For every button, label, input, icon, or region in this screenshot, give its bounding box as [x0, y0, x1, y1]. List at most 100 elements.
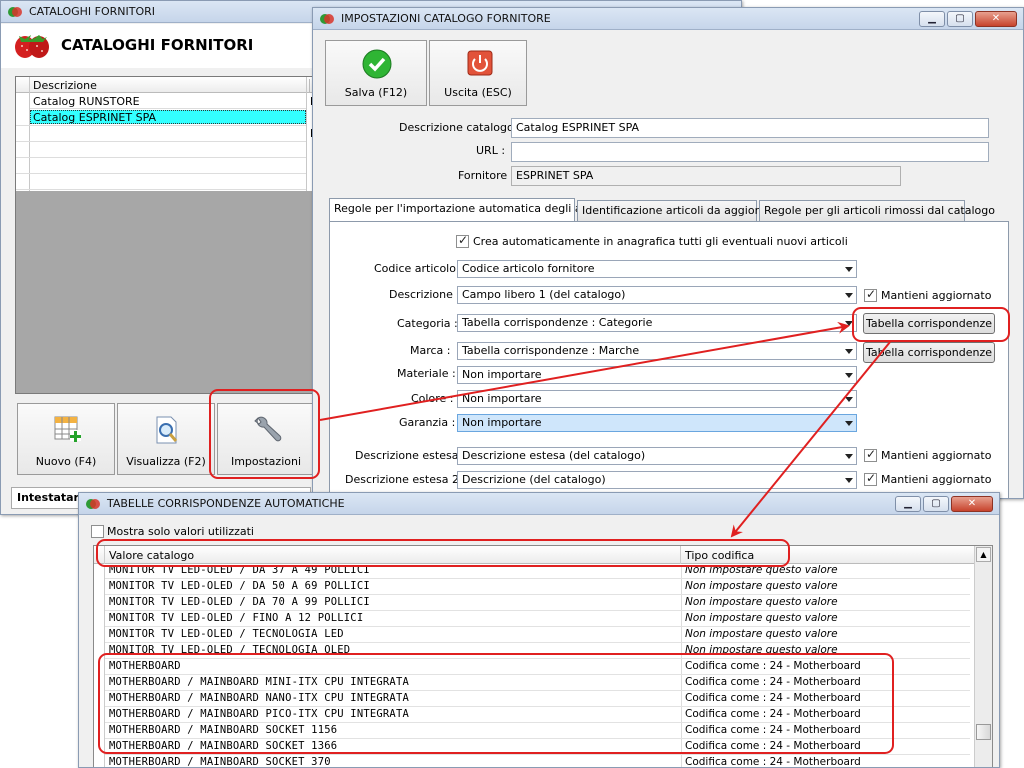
mantieni-estesa-checkbox[interactable]: [864, 447, 877, 462]
table-row[interactable]: MONITOR TV LED-OLED / DA 50 A 69 POLLICI…: [105, 579, 970, 595]
app-icon: [86, 499, 100, 509]
minimize-button[interactable]: ▁: [895, 496, 921, 512]
table-row[interactable]: MONITOR TV LED-OLED / DA 70 A 99 POLLICI…: [105, 595, 970, 611]
annotation-header-box: [96, 539, 790, 567]
mantieni-estesa-2-checkbox[interactable]: [864, 471, 877, 486]
table-row[interactable]: Catalog RUNSTORE: [30, 94, 306, 109]
tab-identificazione[interactable]: Identificazione articoli da aggiornare: [577, 200, 784, 222]
garanzia-label: Garanzia :: [399, 416, 456, 429]
chevron-down-icon: [845, 373, 853, 378]
url-field[interactable]: [511, 142, 989, 162]
check-icon: [362, 49, 392, 79]
descrizione-estesa-2-label: Descrizione estesa 2 :: [345, 473, 467, 486]
tabella-marche-button[interactable]: Tabella corrispondenze: [863, 342, 995, 363]
salva-button[interactable]: Salva (F12): [325, 40, 427, 106]
close-button[interactable]: ✕: [951, 496, 993, 512]
table-row[interactable]: MONITOR TV LED-OLED / FINO A 12 POLLICI N…: [105, 611, 970, 627]
mantieni-estesa-label: Mantieni aggiornato: [881, 449, 992, 462]
nuovo-button[interactable]: Nuovo (F4): [17, 403, 115, 475]
marca-select[interactable]: Tabella corrispondenze : Marche: [457, 342, 857, 360]
minimize-button[interactable]: ▁: [919, 11, 945, 27]
table-row[interactable]: MOTHERBOARD / MAINBOARD SOCKET 370 Codifi…: [105, 755, 970, 768]
chevron-down-icon: [845, 421, 853, 426]
maximize-button[interactable]: ▢: [923, 496, 949, 512]
tab-regole-importazione[interactable]: Regole per l'importazione automatica deg…: [329, 198, 612, 222]
crea-checkbox[interactable]: [456, 233, 469, 248]
annotation-tabella-box: [852, 307, 1010, 342]
combo-value: Tabella corrispondenze : Categorie: [462, 316, 653, 329]
visualizza-label: Visualizza (F2): [126, 455, 206, 468]
nuovo-label: Nuovo (F4): [35, 455, 97, 468]
descrizione-field[interactable]: Catalog ESPRINET SPA: [511, 118, 989, 138]
combo-value: Campo libero 1 (del catalogo): [462, 288, 626, 301]
column-descrizione[interactable]: Descrizione: [33, 79, 97, 92]
table-row[interactable]: MONITOR TV LED-OLED / DA 37 A 49 POLLICI…: [105, 565, 970, 579]
combo-value: Descrizione estesa (del catalogo): [462, 449, 646, 462]
categoria-select[interactable]: Tabella corrispondenze : Categorie: [457, 314, 857, 332]
salva-label: Salva (F12): [344, 86, 408, 99]
visualizza-button[interactable]: Visualizza (F2): [117, 403, 215, 475]
cataloghi-grid[interactable]: Descrizione U Catalog RUNSTORE h Catalog…: [15, 76, 320, 394]
grid-header: Descrizione U: [16, 77, 320, 93]
mantieni-descrizione-checkbox[interactable]: [864, 287, 877, 302]
descrizione-select[interactable]: Campo libero 1 (del catalogo): [457, 286, 857, 304]
categoria-label: Categoria :: [397, 317, 458, 330]
valore-cell: MONITOR TV LED-OLED / DA 50 A 69 POLLICI: [109, 580, 370, 592]
mostra-utilizzati-checkbox[interactable]: [91, 525, 104, 538]
mostra-utilizzati-label: Mostra solo valori utilizzati: [107, 525, 254, 538]
magnifier-icon: [156, 416, 178, 444]
chevron-down-icon: [845, 454, 853, 459]
tabelle-titlebar[interactable]: TABELLE CORRISPONDENZE AUTOMATICHE ▁ ▢ ✕: [79, 493, 999, 515]
annotation-impostazioni-box: [209, 389, 320, 479]
chevron-down-icon: [845, 267, 853, 272]
table-row-selected[interactable]: Catalog ESPRINET SPA: [30, 110, 306, 124]
tipo-cell: Non impostare questo valore: [685, 596, 838, 608]
row-descrizione: Catalog RUNSTORE: [33, 95, 140, 108]
materiale-select[interactable]: Non importare: [457, 366, 857, 384]
chevron-down-icon: [845, 478, 853, 483]
crea-label: Crea automaticamente in anagrafica tutti…: [473, 235, 848, 248]
codice-articolo-select[interactable]: Codice articolo fornitore: [457, 260, 857, 278]
descrizione-estesa-label: Descrizione estesa :: [355, 449, 466, 462]
tabelle-title: TABELLE CORRISPONDENZE AUTOMATICHE: [107, 497, 345, 510]
intestatari-label: Intestatari: [17, 491, 83, 504]
annotation-motherboard-box: [98, 653, 894, 754]
impostazioni-titlebar[interactable]: IMPOSTAZIONI CATALOGO FORNITORE ▁ ▢ ✕: [313, 8, 1023, 30]
mantieni-descrizione-label: Mantieni aggiornato: [881, 289, 992, 302]
app-icon: [320, 14, 334, 24]
fornitore-field: ESPRINET SPA: [511, 166, 901, 186]
valore-cell: MONITOR TV LED-OLED / DA 70 A 99 POLLICI: [109, 596, 370, 608]
colore-label: Colore :: [411, 392, 454, 405]
tab-regole-rimossi[interactable]: Regole per gli articoli rimossi dal cata…: [759, 200, 995, 222]
scroll-up-button[interactable]: ▲: [976, 547, 991, 562]
garanzia-select[interactable]: Non importare: [457, 414, 857, 432]
tipo-cell: Non impostare questo valore: [685, 612, 838, 624]
power-icon: [467, 50, 493, 76]
descrizione-label: Descrizione catalogo :: [399, 121, 521, 134]
valore-cell: MONITOR TV LED-OLED / FINO A 12 POLLICI: [109, 612, 364, 624]
chevron-down-icon: [845, 397, 853, 402]
vertical-scrollbar[interactable]: ▲: [974, 546, 992, 767]
uscita-button[interactable]: Uscita (ESC): [429, 40, 527, 106]
chevron-down-icon: [845, 293, 853, 298]
combo-value: Descrizione (del catalogo): [462, 473, 606, 486]
maximize-button[interactable]: ▢: [947, 11, 973, 27]
tipo-cell: Codifica come : 24 - Motherboard: [685, 756, 861, 768]
descrizione-estesa-select[interactable]: Descrizione estesa (del catalogo): [457, 447, 857, 465]
combo-value: Codice articolo fornitore: [462, 262, 595, 275]
grid-add-icon: [54, 416, 81, 442]
scroll-thumb[interactable]: [976, 724, 991, 740]
valore-cell: MONITOR TV LED-OLED / TECNOLOGIA LED: [109, 628, 344, 640]
tipo-cell: Non impostare questo valore: [685, 628, 838, 640]
close-button[interactable]: ✕: [975, 11, 1017, 27]
tipo-cell: Non impostare questo valore: [685, 580, 838, 592]
table-row[interactable]: MONITOR TV LED-OLED / TECNOLOGIA LED Non …: [105, 627, 970, 643]
tab-strip: Regole per l'importazione automatica deg…: [329, 198, 1009, 222]
impostazioni-window: IMPOSTAZIONI CATALOGO FORNITORE ▁ ▢ ✕ Sa…: [312, 7, 1024, 499]
descrizione-estesa-2-select[interactable]: Descrizione (del catalogo): [457, 471, 857, 489]
combo-value: Tabella corrispondenze : Marche: [462, 344, 640, 357]
uscita-label: Uscita (ESC): [444, 86, 512, 99]
valore-cell: MOTHERBOARD / MAINBOARD SOCKET 370: [109, 756, 331, 768]
colore-select[interactable]: Non importare: [457, 390, 857, 408]
url-label: URL :: [476, 144, 506, 157]
